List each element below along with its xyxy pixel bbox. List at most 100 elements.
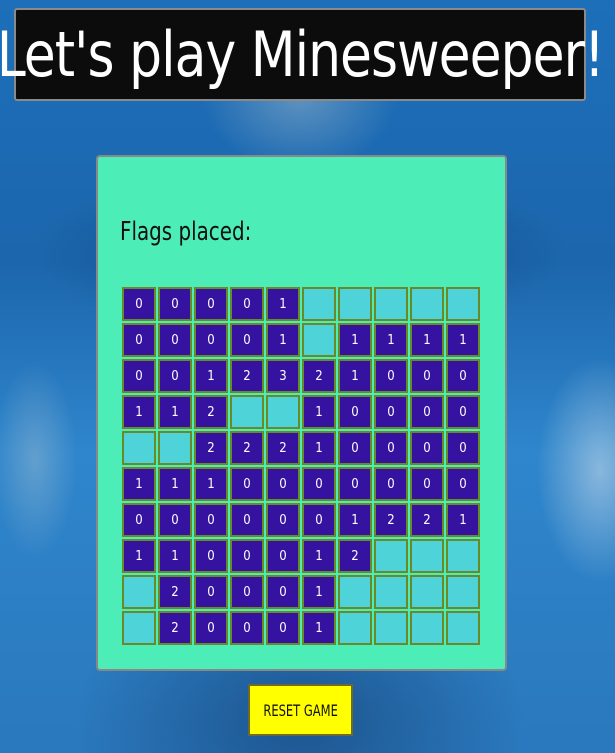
revealed-cell[interactable]: 0 <box>230 575 264 609</box>
revealed-cell[interactable]: 0 <box>410 359 444 393</box>
revealed-cell[interactable]: 3 <box>266 359 300 393</box>
revealed-cell[interactable]: 2 <box>338 539 372 573</box>
revealed-cell[interactable]: 0 <box>374 395 408 429</box>
revealed-cell[interactable]: 0 <box>266 575 300 609</box>
revealed-cell[interactable]: 0 <box>266 503 300 537</box>
revealed-cell[interactable]: 0 <box>374 359 408 393</box>
revealed-cell[interactable]: 0 <box>410 431 444 465</box>
hidden-cell[interactable] <box>446 611 480 645</box>
revealed-cell[interactable]: 0 <box>122 359 156 393</box>
revealed-cell[interactable]: 1 <box>302 431 336 465</box>
revealed-cell[interactable]: 0 <box>338 467 372 501</box>
revealed-cell[interactable]: 0 <box>230 611 264 645</box>
revealed-cell[interactable]: 2 <box>230 431 264 465</box>
revealed-cell[interactable]: 0 <box>122 287 156 321</box>
revealed-cell[interactable]: 0 <box>194 611 228 645</box>
hidden-cell[interactable] <box>122 431 156 465</box>
revealed-cell[interactable]: 2 <box>266 431 300 465</box>
revealed-cell[interactable]: 0 <box>158 359 192 393</box>
revealed-cell[interactable]: 0 <box>410 395 444 429</box>
revealed-cell[interactable]: 1 <box>338 503 372 537</box>
revealed-cell[interactable]: 0 <box>194 287 228 321</box>
revealed-cell[interactable]: 0 <box>122 503 156 537</box>
revealed-cell[interactable]: 0 <box>266 611 300 645</box>
revealed-cell[interactable]: 0 <box>302 503 336 537</box>
revealed-cell[interactable]: 2 <box>410 503 444 537</box>
revealed-cell[interactable]: 1 <box>410 323 444 357</box>
revealed-cell[interactable]: 1 <box>158 539 192 573</box>
hidden-cell[interactable] <box>410 611 444 645</box>
revealed-cell[interactable]: 0 <box>158 503 192 537</box>
revealed-cell[interactable]: 1 <box>302 539 336 573</box>
hidden-cell[interactable] <box>158 431 192 465</box>
hidden-cell[interactable] <box>410 539 444 573</box>
hidden-cell[interactable] <box>446 539 480 573</box>
revealed-cell[interactable]: 1 <box>338 323 372 357</box>
revealed-cell[interactable]: 0 <box>230 503 264 537</box>
revealed-cell[interactable]: 0 <box>158 323 192 357</box>
revealed-cell[interactable]: 0 <box>266 539 300 573</box>
hidden-cell[interactable] <box>338 287 372 321</box>
revealed-cell[interactable]: 0 <box>230 323 264 357</box>
revealed-cell[interactable]: 0 <box>230 467 264 501</box>
revealed-cell[interactable]: 0 <box>446 395 480 429</box>
revealed-cell[interactable]: 0 <box>374 467 408 501</box>
revealed-cell[interactable]: 1 <box>266 287 300 321</box>
hidden-cell[interactable] <box>374 611 408 645</box>
hidden-cell[interactable] <box>374 575 408 609</box>
revealed-cell[interactable]: 0 <box>230 539 264 573</box>
revealed-cell[interactable]: 0 <box>446 431 480 465</box>
hidden-cell[interactable] <box>446 575 480 609</box>
revealed-cell[interactable]: 0 <box>158 287 192 321</box>
revealed-cell[interactable]: 0 <box>446 467 480 501</box>
revealed-cell[interactable]: 1 <box>446 323 480 357</box>
revealed-cell[interactable]: 0 <box>122 323 156 357</box>
reset-game-button[interactable]: RESET GAME <box>248 684 353 736</box>
revealed-cell[interactable]: 1 <box>266 323 300 357</box>
revealed-cell[interactable]: 0 <box>338 395 372 429</box>
hidden-cell[interactable] <box>446 287 480 321</box>
hidden-cell[interactable] <box>122 575 156 609</box>
hidden-cell[interactable] <box>122 611 156 645</box>
revealed-cell[interactable]: 1 <box>302 611 336 645</box>
revealed-cell[interactable]: 0 <box>194 539 228 573</box>
hidden-cell[interactable] <box>410 287 444 321</box>
revealed-cell[interactable]: 2 <box>374 503 408 537</box>
hidden-cell[interactable] <box>230 395 264 429</box>
revealed-cell[interactable]: 1 <box>338 359 372 393</box>
revealed-cell[interactable]: 0 <box>410 467 444 501</box>
hidden-cell[interactable] <box>266 395 300 429</box>
revealed-cell[interactable]: 0 <box>302 467 336 501</box>
revealed-cell[interactable]: 0 <box>446 359 480 393</box>
hidden-cell[interactable] <box>410 575 444 609</box>
revealed-cell[interactable]: 2 <box>230 359 264 393</box>
revealed-cell[interactable]: 0 <box>266 467 300 501</box>
revealed-cell[interactable]: 1 <box>446 503 480 537</box>
hidden-cell[interactable] <box>302 287 336 321</box>
revealed-cell[interactable]: 0 <box>194 575 228 609</box>
revealed-cell[interactable]: 1 <box>122 539 156 573</box>
revealed-cell[interactable]: 1 <box>158 467 192 501</box>
revealed-cell[interactable]: 0 <box>374 431 408 465</box>
revealed-cell[interactable]: 0 <box>194 503 228 537</box>
revealed-cell[interactable]: 0 <box>194 323 228 357</box>
revealed-cell[interactable]: 1 <box>194 359 228 393</box>
revealed-cell[interactable]: 2 <box>158 611 192 645</box>
revealed-cell[interactable]: 1 <box>194 467 228 501</box>
revealed-cell[interactable]: 2 <box>302 359 336 393</box>
hidden-cell[interactable] <box>338 575 372 609</box>
revealed-cell[interactable]: 2 <box>194 431 228 465</box>
hidden-cell[interactable] <box>338 611 372 645</box>
revealed-cell[interactable]: 2 <box>194 395 228 429</box>
revealed-cell[interactable]: 0 <box>338 431 372 465</box>
revealed-cell[interactable]: 1 <box>302 575 336 609</box>
revealed-cell[interactable]: 2 <box>158 575 192 609</box>
hidden-cell[interactable] <box>374 539 408 573</box>
revealed-cell[interactable]: 1 <box>122 467 156 501</box>
revealed-cell[interactable]: 0 <box>230 287 264 321</box>
revealed-cell[interactable]: 1 <box>122 395 156 429</box>
hidden-cell[interactable] <box>374 287 408 321</box>
revealed-cell[interactable]: 1 <box>374 323 408 357</box>
revealed-cell[interactable]: 1 <box>302 395 336 429</box>
hidden-cell[interactable] <box>302 323 336 357</box>
